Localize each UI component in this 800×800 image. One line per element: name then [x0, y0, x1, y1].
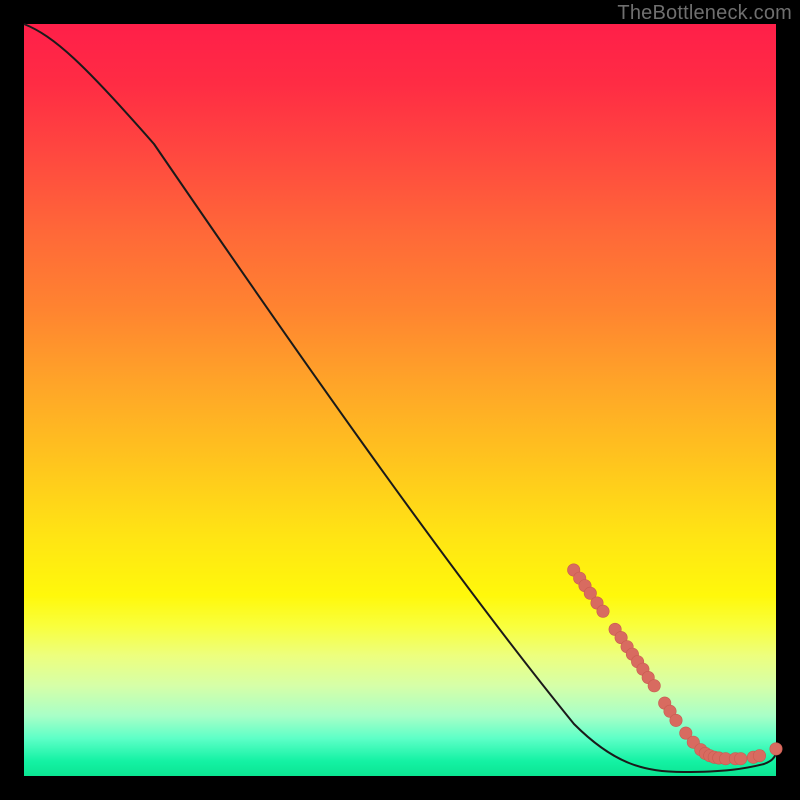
data-marker	[670, 714, 682, 726]
data-marker	[770, 743, 782, 755]
curve-svg	[24, 24, 776, 776]
chart-frame: TheBottleneck.com	[0, 0, 800, 800]
watermark-label: TheBottleneck.com	[617, 2, 792, 25]
data-marker	[597, 605, 609, 617]
marker-group	[568, 564, 783, 765]
plot-area	[24, 24, 776, 776]
data-marker	[753, 750, 765, 762]
data-marker	[648, 680, 660, 692]
data-marker	[735, 753, 747, 765]
bottleneck-curve-path	[24, 24, 776, 772]
